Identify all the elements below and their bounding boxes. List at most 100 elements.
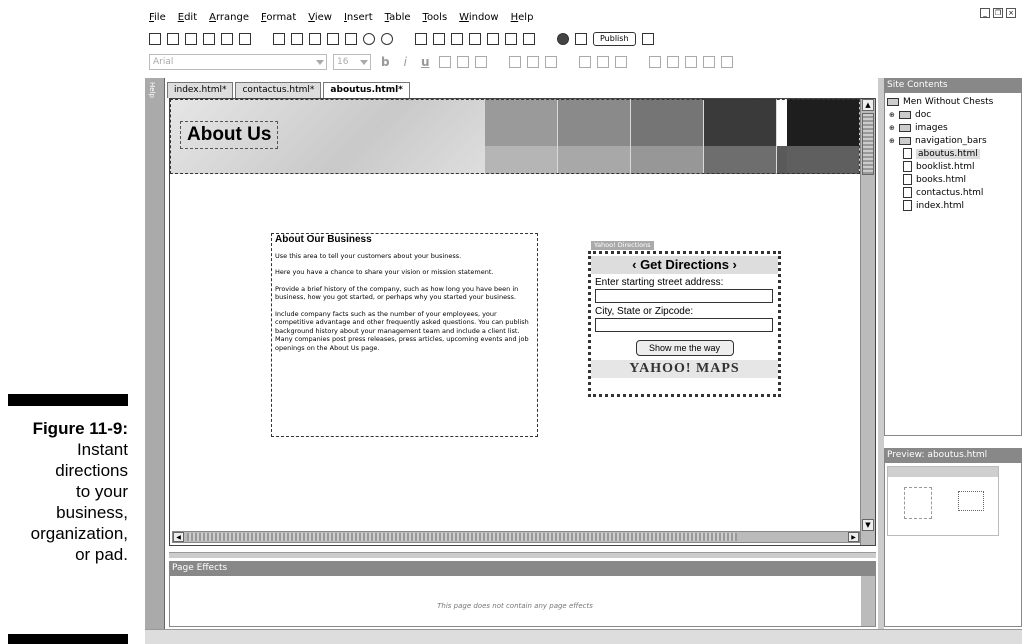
highlight-icon[interactable] bbox=[457, 56, 470, 68]
tree-file[interactable]: contactus.html bbox=[885, 187, 1021, 200]
image-icon[interactable] bbox=[433, 33, 445, 45]
caption-rule-top bbox=[8, 394, 128, 406]
numbered-list-icon[interactable] bbox=[667, 56, 680, 68]
plugin-icon[interactable] bbox=[523, 33, 535, 45]
new-site-icon[interactable] bbox=[167, 33, 179, 45]
italic-button[interactable]: i bbox=[404, 55, 407, 69]
tree-file[interactable]: booklist.html bbox=[885, 161, 1021, 174]
menu-file[interactable]: File bbox=[149, 12, 166, 23]
tree-folder[interactable]: ⊕ navigation_bars bbox=[885, 135, 1021, 148]
effects-scrollbar[interactable] bbox=[861, 576, 875, 626]
open-icon[interactable] bbox=[203, 33, 215, 45]
show-me-the-way-button[interactable]: Show me the way bbox=[635, 340, 734, 356]
scroll-thumb[interactable] bbox=[187, 533, 737, 541]
pane-splitter[interactable] bbox=[169, 552, 876, 558]
cut-icon[interactable] bbox=[291, 33, 303, 45]
font-size-select[interactable]: 16 bbox=[333, 54, 371, 70]
bullet-list-icon[interactable] bbox=[649, 56, 662, 68]
expand-icon[interactable]: ⊕ bbox=[889, 109, 897, 122]
tree-file[interactable]: aboutus.html bbox=[885, 148, 1021, 161]
tree-file[interactable]: books.html bbox=[885, 174, 1021, 187]
menu-arrange[interactable]: Arrange bbox=[209, 12, 249, 23]
delete-icon[interactable] bbox=[345, 33, 357, 45]
text-box-icon[interactable] bbox=[415, 33, 427, 45]
menu-tools[interactable]: Tools bbox=[423, 12, 448, 23]
yahoo-directions-widget[interactable]: ‹ Get Directions › Enter starting street… bbox=[588, 251, 781, 397]
address-input[interactable] bbox=[595, 289, 773, 303]
publish-button[interactable]: Publish bbox=[593, 32, 636, 46]
copy-icon[interactable] bbox=[309, 33, 321, 45]
about-heading: About Our Business bbox=[275, 234, 372, 245]
help-tab[interactable]: Help bbox=[148, 82, 156, 98]
paste-icon[interactable] bbox=[327, 33, 339, 45]
menu-format[interactable]: Format bbox=[261, 12, 296, 23]
undo-icon[interactable] bbox=[363, 33, 375, 45]
table-icon[interactable] bbox=[451, 33, 463, 45]
page-editor[interactable]: About Us About Our Business Use this are… bbox=[169, 98, 876, 546]
menu-view[interactable]: View bbox=[308, 12, 332, 23]
home-icon[interactable] bbox=[641, 33, 654, 45]
redo-icon[interactable] bbox=[381, 33, 393, 45]
scroll-thumb[interactable] bbox=[862, 113, 874, 175]
expand-icon[interactable]: ⊕ bbox=[889, 122, 897, 135]
site-icon bbox=[887, 97, 899, 106]
font-family-select[interactable]: Arial bbox=[149, 54, 327, 70]
menu-edit[interactable]: Edit bbox=[178, 12, 197, 23]
menu-insert[interactable]: Insert bbox=[344, 12, 373, 23]
layer-icon[interactable] bbox=[487, 33, 499, 45]
spell-check-icon[interactable] bbox=[273, 33, 285, 45]
caption-line: Instant bbox=[76, 440, 128, 459]
tree-root[interactable]: Men Without Chests bbox=[885, 96, 1021, 109]
minimize-icon[interactable]: _ bbox=[980, 8, 990, 18]
tree-folder[interactable]: ⊕ images bbox=[885, 122, 1021, 135]
city-label: City, State or Zipcode: bbox=[595, 306, 694, 317]
editor-vertical-scrollbar[interactable]: ▲ ▼ bbox=[860, 99, 875, 545]
preview-panel bbox=[884, 462, 1022, 627]
menu-help[interactable]: Help bbox=[511, 12, 534, 23]
style-icon[interactable] bbox=[475, 56, 488, 68]
align-center-icon[interactable] bbox=[527, 56, 540, 68]
tab-contactus[interactable]: contactus.html* bbox=[235, 82, 322, 98]
new-page-icon[interactable] bbox=[149, 33, 161, 45]
underline-button[interactable]: u bbox=[421, 55, 430, 69]
scroll-right-icon[interactable]: ▶ bbox=[848, 532, 859, 542]
scroll-left-icon[interactable]: ◀ bbox=[173, 532, 184, 542]
about-paragraph: Use this area to tell your customers abo… bbox=[275, 251, 462, 260]
indent-icon[interactable] bbox=[721, 56, 734, 68]
valign-middle-icon[interactable] bbox=[597, 56, 610, 68]
scroll-down-icon[interactable]: ▼ bbox=[862, 519, 874, 531]
scroll-up-icon[interactable]: ▲ bbox=[862, 99, 874, 111]
print-icon[interactable] bbox=[239, 33, 251, 45]
expand-icon[interactable]: ⊕ bbox=[889, 135, 897, 148]
menu-window[interactable]: Window bbox=[459, 12, 498, 23]
save-icon[interactable] bbox=[221, 33, 233, 45]
restore-icon[interactable]: ❐ bbox=[993, 8, 1003, 18]
tree-folder[interactable]: ⊕ doc bbox=[885, 109, 1021, 122]
valign-bottom-icon[interactable] bbox=[615, 56, 628, 68]
text-color-icon[interactable] bbox=[439, 56, 452, 68]
editor-horizontal-scrollbar[interactable]: ◀ ▶ bbox=[172, 531, 860, 543]
preview-browser-icon[interactable] bbox=[557, 33, 569, 45]
close-icon[interactable]: × bbox=[1006, 8, 1016, 18]
outdent-icon[interactable] bbox=[703, 56, 716, 68]
align-right-icon[interactable] bbox=[545, 56, 558, 68]
city-input[interactable] bbox=[595, 318, 773, 332]
menu-bar: File Edit Arrange Format View Insert Tab… bbox=[145, 8, 1022, 26]
caption-line: or pad. bbox=[75, 545, 128, 564]
site-contents-tree: Men Without Chests ⊕ doc ⊕ images ⊕ navigat… bbox=[884, 92, 1022, 436]
tab-aboutus[interactable]: aboutus.html* bbox=[323, 82, 410, 98]
tree-file[interactable]: index.html bbox=[885, 200, 1021, 213]
about-text-box[interactable]: About Our Business Use this area to tell… bbox=[271, 233, 538, 437]
definition-list-icon[interactable] bbox=[685, 56, 698, 68]
form-icon[interactable] bbox=[469, 33, 481, 45]
site-manager-icon[interactable] bbox=[575, 33, 587, 45]
preview-title: Preview: aboutus.html bbox=[884, 448, 1022, 462]
valign-top-icon[interactable] bbox=[579, 56, 592, 68]
navbar-icon[interactable] bbox=[505, 33, 517, 45]
menu-table[interactable]: Table bbox=[385, 12, 411, 23]
site-map-icon[interactable] bbox=[185, 33, 197, 45]
align-left-icon[interactable] bbox=[509, 56, 522, 68]
tab-index[interactable]: index.html* bbox=[167, 82, 234, 98]
bold-button[interactable]: b bbox=[381, 55, 390, 69]
app-window: File Edit Arrange Format View Insert Tab… bbox=[145, 0, 1022, 644]
